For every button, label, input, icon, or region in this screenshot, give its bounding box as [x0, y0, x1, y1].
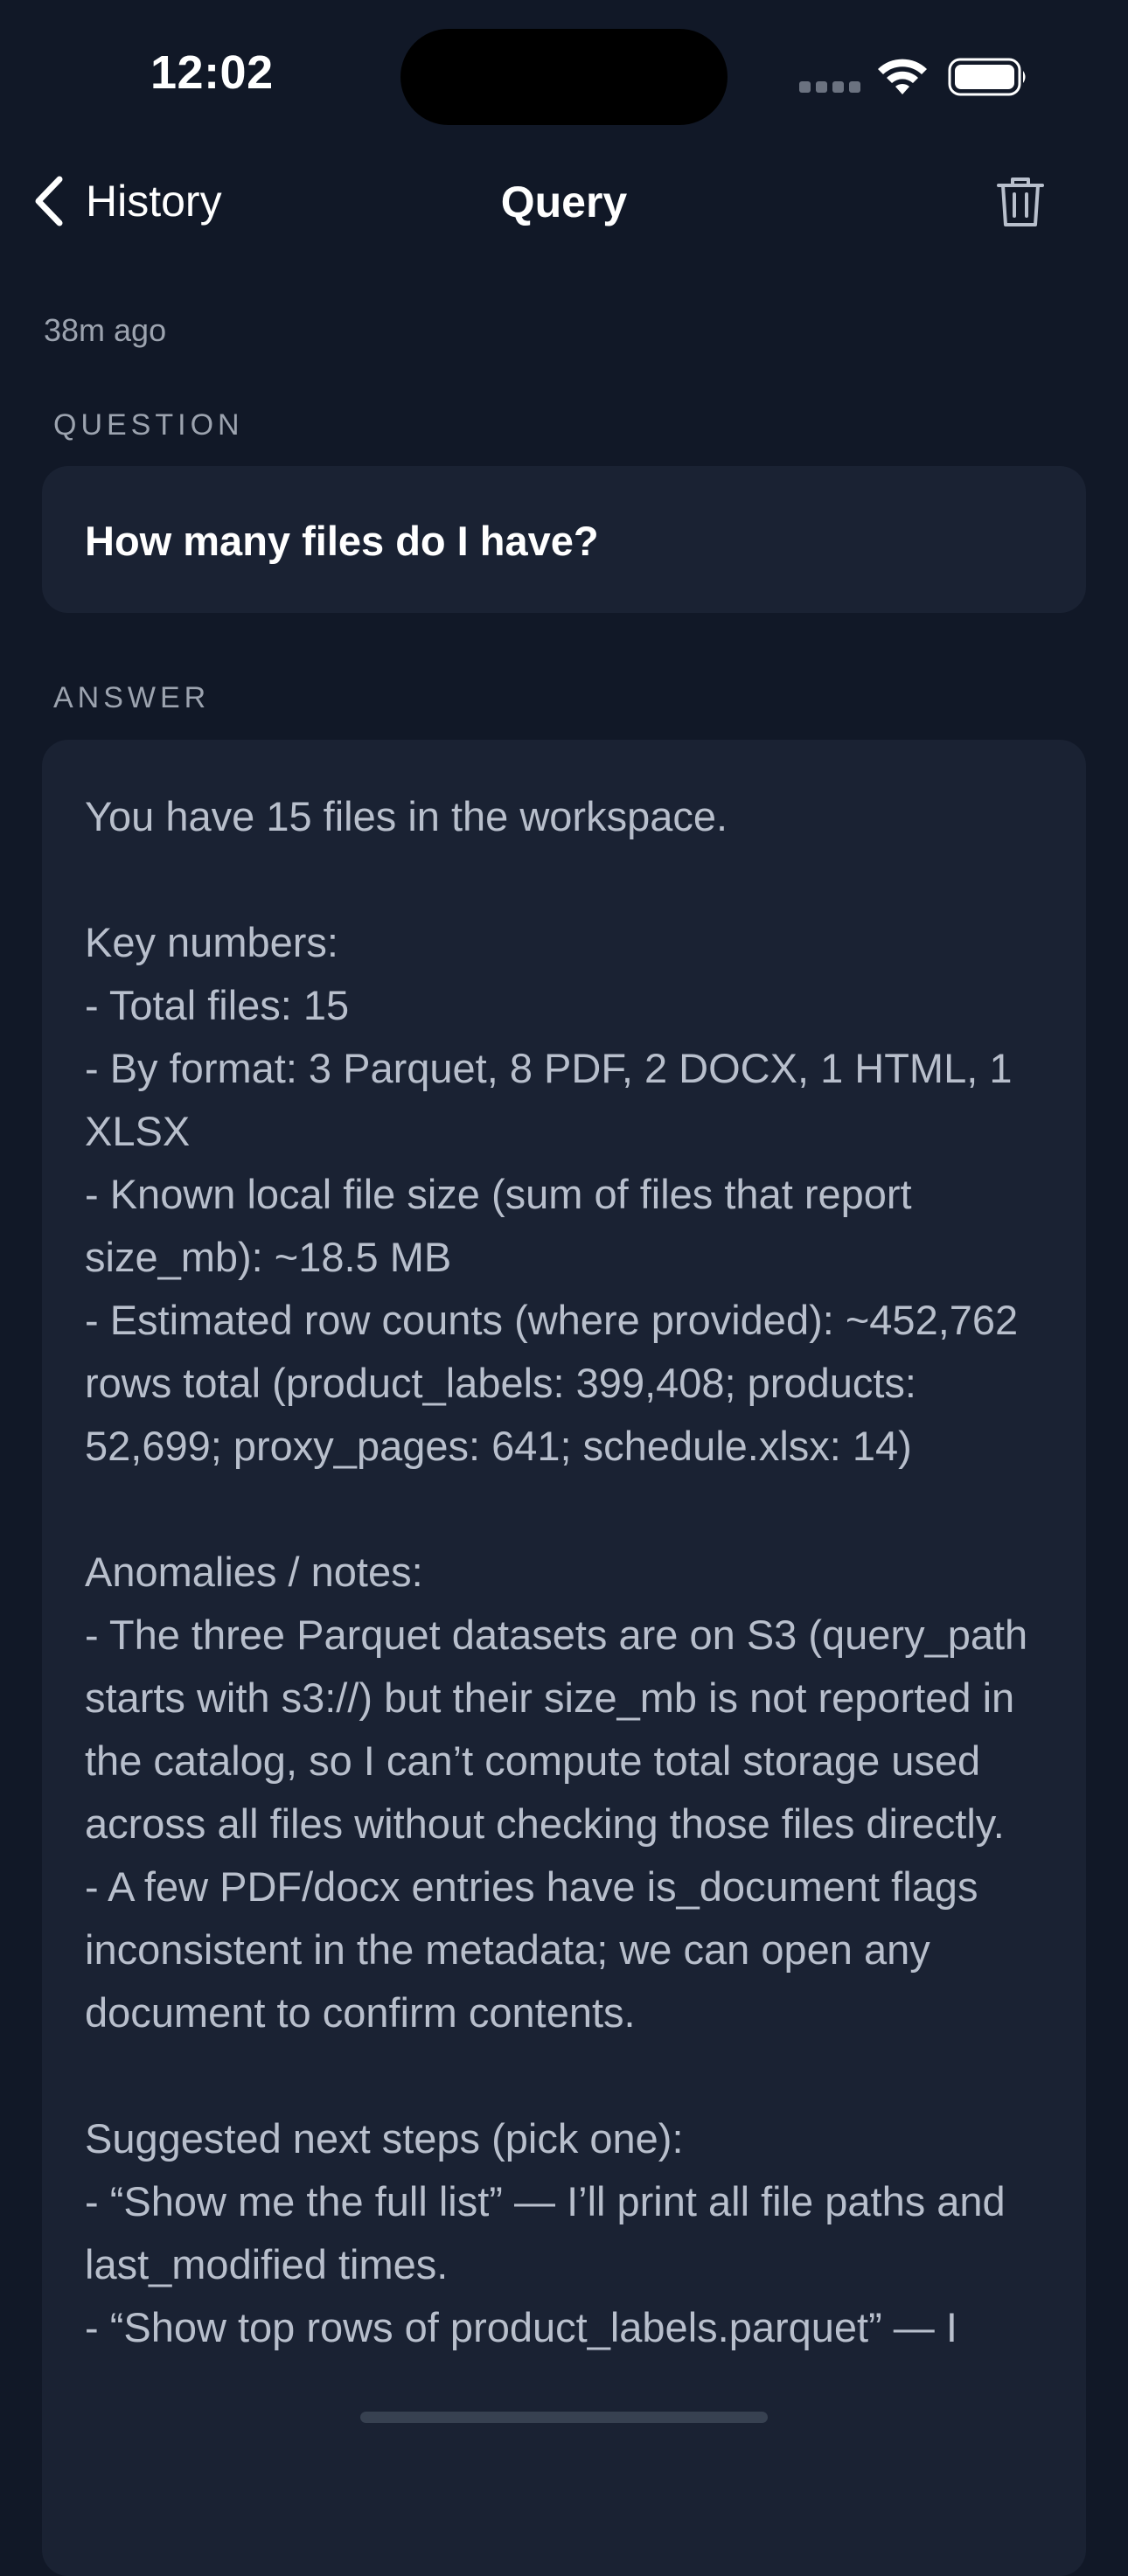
navigation-bar: History Query: [0, 157, 1128, 245]
home-indicator[interactable]: [360, 2412, 768, 2423]
question-card: How many files do I have?: [42, 466, 1086, 613]
trash-icon[interactable]: [995, 175, 1046, 229]
answer-section-label: ANSWER: [53, 681, 211, 714]
answer-card: You have 15 files in the workspace. Key …: [42, 740, 1086, 2576]
status-bar: 12:02: [0, 0, 1128, 149]
cellular-signal-icon: [799, 81, 860, 94]
query-timestamp: 38m ago: [44, 312, 167, 348]
page-title: Query: [500, 178, 628, 226]
question-section-label: QUESTION: [53, 408, 244, 442]
battery-icon: [948, 58, 1026, 96]
status-time: 12:02: [150, 46, 274, 99]
dynamic-island: [400, 29, 728, 125]
wifi-icon: [878, 59, 927, 94]
question-text: How many files do I have?: [85, 518, 599, 564]
answer-text: You have 15 files in the workspace. Key …: [85, 793, 1028, 2350]
